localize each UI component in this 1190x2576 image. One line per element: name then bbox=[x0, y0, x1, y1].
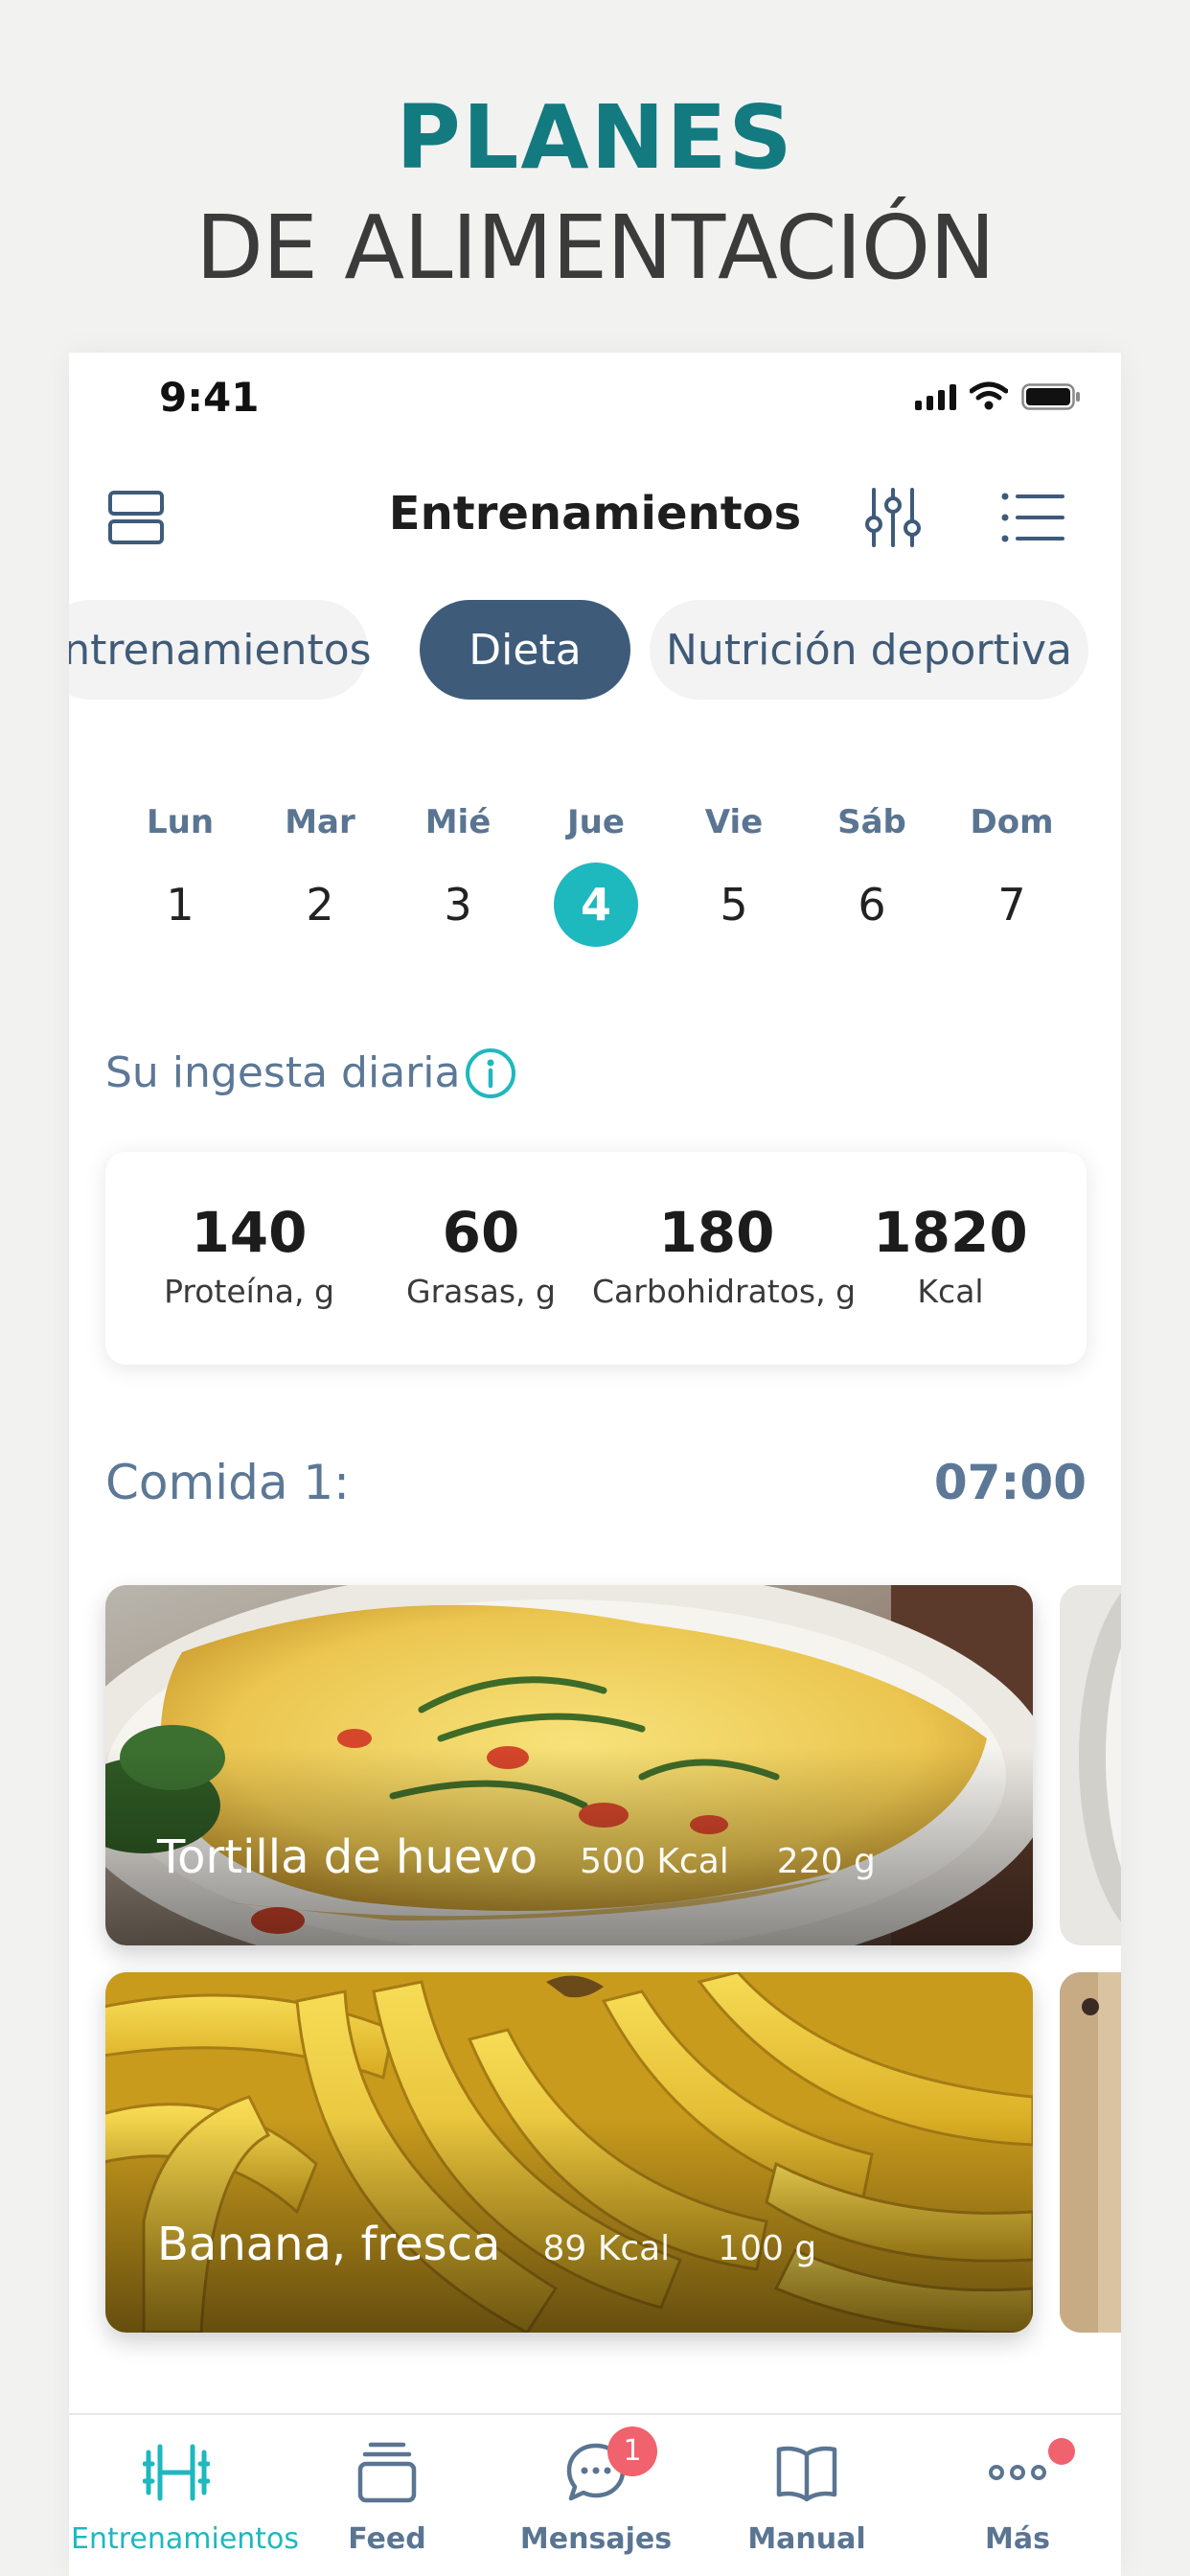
signal-icon bbox=[915, 383, 956, 410]
daily-intake-card: 140 Proteína, g 60 Grasas, g 180 Carbohi… bbox=[105, 1152, 1087, 1365]
day-mie[interactable]: Mié 3 bbox=[415, 803, 501, 947]
stat-value: 140 bbox=[191, 1200, 308, 1265]
notification-dot bbox=[1048, 2438, 1075, 2465]
stat-value: 180 bbox=[658, 1200, 775, 1265]
stat-label: Carbohidratos, g bbox=[592, 1273, 857, 1310]
plate-image bbox=[1060, 1585, 1121, 1945]
day-name: Jue bbox=[567, 803, 625, 841]
stat-value: 1820 bbox=[873, 1200, 1028, 1265]
food-name: Tortilla de huevo bbox=[157, 1830, 538, 1884]
chip-dieta[interactable]: Dieta bbox=[420, 600, 630, 700]
meal-time: 07:00 bbox=[933, 1455, 1087, 1510]
stack-icon bbox=[357, 2442, 417, 2503]
food-name: Banana, fresca bbox=[157, 2218, 501, 2271]
chip-nutricion-deportiva[interactable]: Nutrición deportiva bbox=[650, 600, 1088, 700]
day-jue[interactable]: Jue 4 bbox=[553, 803, 639, 947]
page-title: Entrenamientos bbox=[388, 487, 802, 540]
headline-subtitle: DE ALIMENTACIÓN bbox=[195, 196, 995, 299]
food-card-peek[interactable] bbox=[1060, 1972, 1121, 2333]
day-number: 3 bbox=[444, 879, 472, 931]
food-card-omelette[interactable]: Tortilla de huevo 500 Kcal 220 g bbox=[105, 1585, 1033, 1945]
tab-feed[interactable]: Feed bbox=[282, 2436, 492, 2556]
phone-screen: 9:41 Entrenamientos Entrenamientos Dieta… bbox=[69, 353, 1121, 2576]
tab-manual[interactable]: Manual bbox=[701, 2436, 912, 2556]
sliders-icon bbox=[865, 488, 921, 547]
category-chips: Entrenamientos Dieta Nutrición deportiva bbox=[69, 600, 1121, 703]
day-name: Sáb bbox=[837, 803, 906, 841]
food-kcal: 89 Kcal bbox=[542, 2229, 671, 2268]
tab-mas[interactable]: Más bbox=[912, 2436, 1121, 2556]
day-mar[interactable]: Mar 2 bbox=[277, 803, 363, 947]
week-calendar: Lun 1 Mar 2 Mié 3 Jue 4 Vie 5 Sáb 6 Dom … bbox=[69, 803, 1121, 947]
tab-label: Entrenamientos bbox=[71, 2522, 300, 2556]
stat-label: Grasas, g bbox=[406, 1273, 556, 1310]
tab-label: Manual bbox=[747, 2522, 866, 2556]
stat-protein: 140 Proteína, g bbox=[125, 1200, 374, 1310]
food-info: Tortilla de huevo 500 Kcal 220 g bbox=[157, 1830, 924, 1884]
filter-button[interactable] bbox=[858, 483, 927, 552]
day-name: Dom bbox=[970, 803, 1054, 841]
cutting-board-image bbox=[1060, 1972, 1121, 2333]
day-number: 1 bbox=[166, 879, 195, 931]
list-view-button[interactable] bbox=[998, 483, 1067, 552]
info-icon[interactable] bbox=[464, 1046, 517, 1100]
food-card-banana[interactable]: Banana, fresca 89 Kcal 100 g bbox=[105, 1972, 1033, 2333]
bottom-tab-bar: Entrenamientos Feed 1 Mensajes Manual Má… bbox=[69, 2413, 1121, 2576]
tab-label: Mensajes bbox=[519, 2522, 673, 2556]
book-icon bbox=[776, 2446, 837, 2502]
day-number: 6 bbox=[858, 879, 886, 931]
food-info: Banana, fresca 89 Kcal 100 g bbox=[157, 2218, 864, 2271]
day-vie[interactable]: Vie 5 bbox=[691, 803, 777, 947]
stat-value: 60 bbox=[442, 1200, 520, 1265]
unread-badge: 1 bbox=[607, 2426, 657, 2476]
day-number: 2 bbox=[306, 879, 334, 931]
day-dom[interactable]: Dom 7 bbox=[969, 803, 1055, 947]
tab-mensajes[interactable]: 1 Mensajes bbox=[491, 2426, 701, 2556]
food-weight: 220 g bbox=[776, 1842, 876, 1881]
tab-entrenamientos[interactable]: Entrenamientos bbox=[71, 2436, 300, 2556]
wifi-icon bbox=[970, 381, 1008, 410]
status-icons bbox=[915, 381, 1081, 410]
stat-kcal: 1820 Kcal bbox=[826, 1200, 1075, 1310]
day-name: Lun bbox=[146, 803, 215, 841]
battery-icon bbox=[1021, 383, 1080, 410]
daily-intake-title: Su ingesta diaria bbox=[105, 1048, 461, 1097]
day-name: Vie bbox=[704, 803, 764, 841]
day-sab[interactable]: Sáb 6 bbox=[829, 803, 915, 947]
list-icon bbox=[1001, 493, 1064, 542]
day-number-selected: 4 bbox=[554, 862, 638, 947]
omelette-image bbox=[105, 1585, 1033, 1945]
day-number: 5 bbox=[720, 879, 748, 931]
tab-label: Feed bbox=[348, 2522, 426, 2556]
day-number: 7 bbox=[997, 879, 1026, 931]
app-header: Entrenamientos bbox=[69, 458, 1121, 564]
banana-image bbox=[105, 1972, 1033, 2333]
headline-title: PLANES bbox=[396, 86, 794, 189]
tab-label: Más bbox=[985, 2522, 1050, 2556]
food-card-peek[interactable] bbox=[1060, 1585, 1121, 1945]
day-lun[interactable]: Lun 1 bbox=[137, 803, 223, 947]
stat-carbs: 180 Carbohidratos, g bbox=[592, 1200, 857, 1310]
stat-fat: 60 Grasas, g bbox=[356, 1200, 606, 1310]
chip-entrenamientos[interactable]: Entrenamientos bbox=[69, 600, 372, 700]
meal-label: Comida 1: bbox=[105, 1455, 351, 1510]
food-kcal: 500 Kcal bbox=[580, 1842, 729, 1881]
status-time: 9:41 bbox=[159, 374, 260, 421]
food-weight: 100 g bbox=[718, 2229, 817, 2268]
stat-label: Kcal bbox=[917, 1273, 984, 1310]
day-name: Mié bbox=[424, 803, 492, 841]
stat-label: Proteína, g bbox=[164, 1273, 334, 1310]
more-dots-icon bbox=[989, 2465, 1046, 2480]
dumbbell-icon bbox=[143, 2444, 210, 2501]
day-name: Mar bbox=[285, 803, 355, 841]
